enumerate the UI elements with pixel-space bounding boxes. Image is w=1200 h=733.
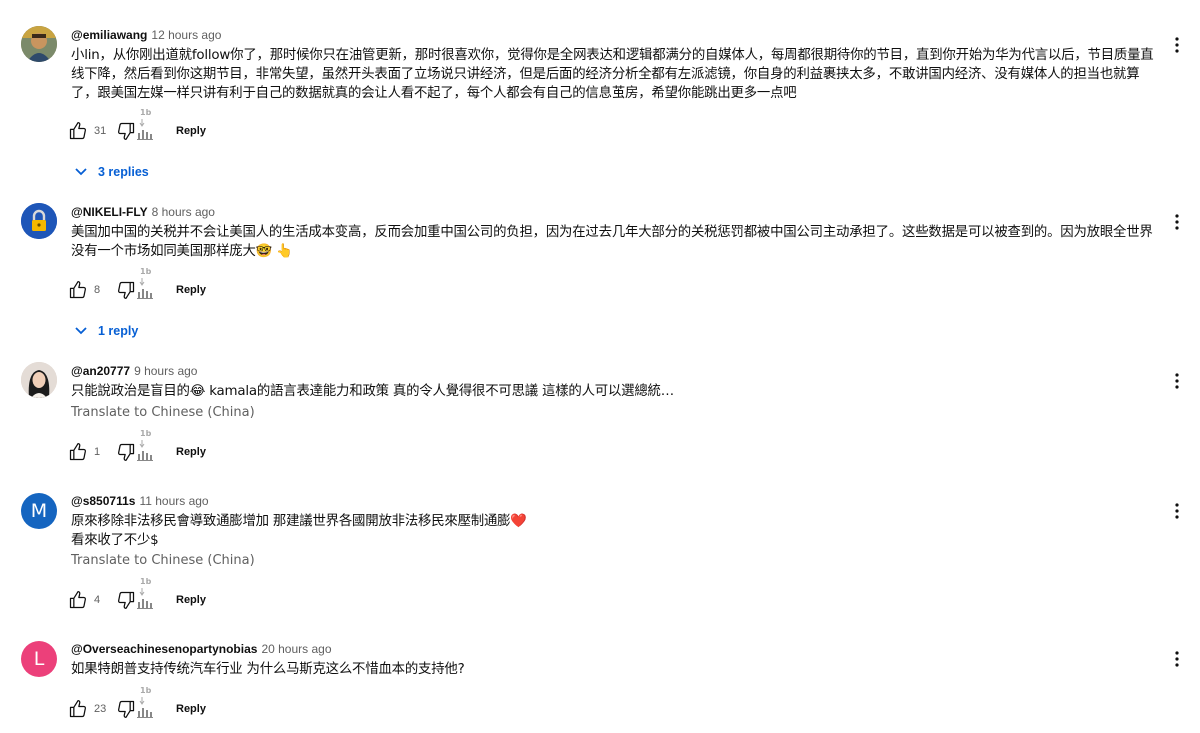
reply-button[interactable]: Reply <box>176 703 206 715</box>
avatar[interactable] <box>21 362 57 398</box>
more-actions-icon[interactable] <box>1174 503 1180 519</box>
chevron-down-icon <box>75 327 87 335</box>
comment-time[interactable]: 9 hours ago <box>134 364 197 378</box>
avatar[interactable]: M <box>21 493 57 529</box>
avatar-letter: L <box>33 648 45 670</box>
like-count: 31 <box>94 125 107 137</box>
view-replies-button[interactable]: 1 reply <box>74 324 138 338</box>
comment-time[interactable]: 12 hours ago <box>151 28 221 42</box>
thumbs-up-icon[interactable] <box>68 280 88 300</box>
dislike-stats-icon[interactable]: 1b <box>136 576 154 612</box>
reply-button[interactable]: Reply <box>176 446 206 458</box>
translate-link[interactable]: Translate to Chinese (China) <box>71 553 255 568</box>
like-count: 1 <box>94 446 101 458</box>
comment-actions: 31 1b Reply <box>68 108 206 143</box>
like-count: 23 <box>94 703 107 715</box>
thumbs-down-icon[interactable] <box>116 442 136 462</box>
thumbs-down-icon[interactable] <box>116 699 136 719</box>
replies-count-label: 1 reply <box>98 324 139 338</box>
comment-time[interactable]: 8 hours ago <box>152 205 215 219</box>
more-actions-icon[interactable] <box>1174 651 1180 667</box>
comment-author[interactable]: @s850711s <box>71 494 135 508</box>
avatar-letter: M <box>30 500 48 522</box>
comment-text: 如果特朗普支持传统汽车行业 为什么马斯克这么不惜血本的支持他? <box>71 662 465 677</box>
thumbs-up-icon[interactable] <box>68 442 88 462</box>
like-count: 4 <box>94 594 101 606</box>
thumbs-down-icon[interactable] <box>116 590 136 610</box>
woman-portrait-avatar-icon <box>21 362 57 398</box>
thumbs-down-icon[interactable] <box>116 280 136 300</box>
replies-count-label: 3 replies <box>98 165 149 179</box>
thumbs-up-icon[interactable] <box>68 590 88 610</box>
comment-actions: 8 1b Reply <box>68 267 206 302</box>
more-actions-icon[interactable] <box>1174 214 1180 230</box>
translate-link[interactable]: Translate to Chinese (China) <box>71 405 255 420</box>
reply-button[interactable]: Reply <box>176 125 206 137</box>
comment-text: 原來移除非法移民會導致通膨增加 那建議世界各國開放非法移民來壓制通膨❤️ 看來收… <box>71 514 527 548</box>
comment-author[interactable]: @an20777 <box>71 364 130 378</box>
portrait-avatar-icon <box>21 26 57 62</box>
comment-time[interactable]: 20 hours ago <box>261 642 331 656</box>
chevron-down-icon <box>75 168 87 176</box>
svg-text:1b: 1b <box>140 686 152 695</box>
reply-button[interactable]: Reply <box>176 284 206 296</box>
lock-avatar-icon <box>21 203 57 239</box>
svg-text:1b: 1b <box>140 108 152 117</box>
comment-author[interactable]: @emiliawang <box>71 28 147 42</box>
thumbs-down-icon[interactable] <box>116 121 136 141</box>
view-replies-button[interactable]: 3 replies <box>74 165 149 179</box>
comment-author[interactable]: @Overseachinesenopartynobias <box>71 642 257 656</box>
comment-text: 只能說政治是盲目的😂 kamala的語言表達能力和政策 真的令人覺得很不可思議 … <box>71 384 674 399</box>
comment-actions: 23 1b Reply <box>68 686 206 721</box>
dislike-stats-icon[interactable]: 1b <box>136 428 154 464</box>
comment-text: 小lin，从你刚出道就follow你了，那时候你只在油管更新，那时很喜欢你，觉得… <box>71 48 1154 101</box>
avatar[interactable] <box>21 26 57 62</box>
avatar[interactable] <box>21 203 57 239</box>
more-actions-icon[interactable] <box>1174 373 1180 389</box>
svg-text:1b: 1b <box>140 429 152 438</box>
comment-actions: 4 1b Reply <box>68 577 206 612</box>
reply-button[interactable]: Reply <box>176 594 206 606</box>
thumbs-up-icon[interactable] <box>68 121 88 141</box>
like-count: 8 <box>94 284 101 296</box>
thumbs-up-icon[interactable] <box>68 699 88 719</box>
avatar[interactable]: L <box>21 641 57 677</box>
dislike-stats-icon[interactable]: 1b <box>136 266 154 302</box>
comment-time[interactable]: 11 hours ago <box>139 494 208 508</box>
svg-text:1b: 1b <box>140 267 152 276</box>
comment-actions: 1 1b Reply <box>68 429 206 464</box>
more-actions-icon[interactable] <box>1174 37 1180 53</box>
comment-text: 美国加中国的关税并不会让美国人的生活成本变高，反而会加重中国公司的负担，因为在过… <box>71 225 1153 259</box>
dislike-stats-icon[interactable]: 1b <box>136 685 154 721</box>
dislike-stats-icon[interactable]: 1b <box>136 107 154 143</box>
svg-text:1b: 1b <box>140 577 152 586</box>
comment-author[interactable]: @NIKELI-FLY <box>71 205 148 219</box>
